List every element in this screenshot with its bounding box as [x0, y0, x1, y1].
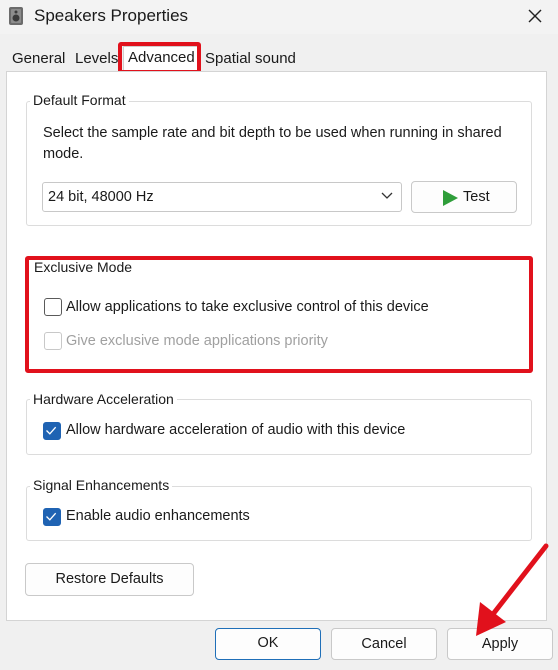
exclusive-control-label: Allow applications to take exclusive con…: [66, 299, 429, 315]
checkmark-icon: [46, 426, 57, 435]
cancel-button[interactable]: Cancel: [331, 628, 437, 660]
exclusive-control-checkbox[interactable]: [44, 298, 62, 316]
title-bar: Speakers Properties: [0, 0, 558, 34]
window-title: Speakers Properties: [34, 6, 189, 25]
exclusive-priority-checkbox: [44, 332, 62, 350]
checkmark-icon: [46, 512, 57, 521]
apply-button[interactable]: Apply: [447, 628, 553, 660]
tab-advanced[interactable]: Advanced: [123, 46, 200, 74]
exclusive-priority-label: Give exclusive mode applications priorit…: [66, 333, 328, 349]
tab-strip: General Levels Advanced Spatial sound: [0, 44, 558, 74]
default-format-label: Default Format: [30, 92, 129, 108]
test-button-label: Test: [463, 189, 490, 205]
default-format-description: Select the sample rate and bit depth to …: [43, 125, 502, 162]
close-icon[interactable]: [520, 4, 550, 30]
format-select-value: 24 bit, 48000 Hz: [48, 189, 154, 205]
speaker-icon: [9, 7, 23, 25]
format-select[interactable]: 24 bit, 48000 Hz: [42, 182, 402, 212]
exclusive-mode-label: Exclusive Mode: [34, 259, 133, 275]
hardware-acceleration-label: Hardware Acceleration: [30, 391, 177, 407]
test-button[interactable]: Test: [411, 181, 517, 213]
hardware-acceleration-checkbox-label: Allow hardware acceleration of audio wit…: [66, 422, 406, 438]
audio-enhancements-checkbox-label: Enable audio enhancements: [66, 508, 250, 524]
audio-enhancements-checkbox[interactable]: [43, 508, 61, 526]
chevron-down-icon: [381, 192, 393, 199]
restore-defaults-button[interactable]: Restore Defaults: [25, 563, 194, 596]
ok-button[interactable]: OK: [215, 628, 321, 660]
signal-enhancements-label: Signal Enhancements: [30, 477, 173, 493]
play-icon: [443, 190, 458, 206]
hardware-acceleration-checkbox[interactable]: [43, 422, 61, 440]
